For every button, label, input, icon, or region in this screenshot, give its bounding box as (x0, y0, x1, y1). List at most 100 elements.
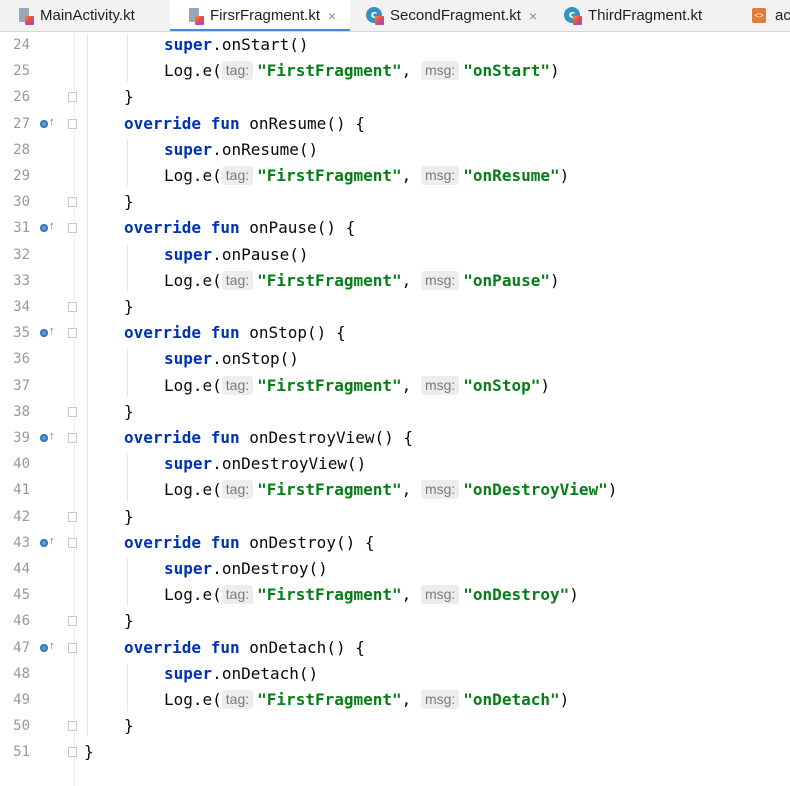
line-number: 29 (13, 168, 30, 184)
method-name: onDestroyView (249, 428, 375, 447)
kotlin-file-icon (186, 7, 204, 25)
line-number: 49 (13, 692, 30, 708)
tab-acti[interactable]: <> acti (735, 0, 790, 31)
code-text: Log.e(tag: "FirstFragment", msg: "onDestro… (164, 582, 579, 608)
override-dot (40, 643, 48, 652)
kotlin-class-icon: c (366, 6, 384, 25)
fold-marker-icon[interactable] (68, 197, 77, 208)
keyword-super: super (164, 454, 213, 474)
code-text: super.onResume() (164, 137, 318, 163)
code-line: 27 ↑ override fun onResume() { (0, 111, 790, 137)
fold-marker-icon[interactable] (68, 537, 77, 548)
override-marker-icon[interactable]: ↑ (40, 220, 55, 234)
line-number: 46 (13, 613, 30, 630)
keyword-fun: fun (210, 323, 240, 343)
keyword-super: super (164, 244, 213, 264)
code-line: 36 super.onStop() (0, 346, 790, 372)
fold-marker-icon[interactable] (68, 328, 77, 339)
method-call: onStart (221, 35, 290, 54)
tab-firsrfragment-kt[interactable]: FirsrFragment.kt × (170, 0, 350, 31)
tab-thirdfragment-kt[interactable]: c ThirdFragment.kt (548, 0, 735, 31)
kotlin-file-icon (16, 7, 34, 25)
comma: , (401, 690, 412, 709)
tab-secondfragment-kt[interactable]: c SecondFragment.kt × (350, 0, 548, 31)
override-marker-icon[interactable]: ↑ (40, 535, 55, 549)
param-hint-tag: tag: (221, 166, 254, 185)
parens: () (289, 35, 309, 54)
code-text: Log.e(tag: "FirstFragment", msg: "onStop") (164, 373, 550, 399)
code-text: } (124, 294, 134, 320)
code-text: } (124, 713, 134, 739)
code-line: 35 ↑ override fun onStop() { (0, 320, 790, 346)
tag-string: "FirstFragment" (257, 375, 402, 395)
override-dot (40, 434, 48, 442)
code-text: override fun onPause() { (124, 215, 355, 241)
param-hint-tag: tag: (221, 585, 254, 605)
tag-string: "FirstFragment" (257, 166, 402, 185)
fold-marker-icon[interactable] (68, 721, 77, 732)
code-text: override fun onDestroy() { (124, 530, 374, 556)
override-marker-icon[interactable]: ↑ (40, 430, 55, 444)
line-number: 45 (13, 587, 30, 604)
method-call: onDestroyView (221, 454, 348, 474)
close-icon[interactable]: × (529, 8, 537, 24)
fold-marker-icon[interactable] (68, 642, 77, 653)
fold-marker-icon[interactable] (68, 511, 77, 522)
up-arrow-icon: ↑ (49, 220, 55, 233)
close-brace: } (124, 297, 134, 316)
fold-marker-icon[interactable] (68, 302, 77, 312)
code-text: Log.e(tag: "FirstFragment", msg: "onResume… (164, 163, 569, 189)
fold-marker-icon[interactable] (68, 223, 77, 234)
override-dot (40, 224, 48, 233)
fold-marker-icon[interactable] (68, 747, 77, 758)
keyword-override: override (124, 637, 202, 657)
code-editor[interactable]: 24 super.onStart() 25 Log.e(tag: "FirstFragm… (0, 32, 790, 786)
code-line: 30} (0, 189, 790, 215)
tab-mainactivity-kt[interactable]: MainActivity.kt (0, 0, 170, 31)
keyword-fun: fun (210, 113, 240, 133)
code-text: super.onDestroyView() (164, 451, 366, 477)
tag-string: "FirstFragment" (257, 585, 402, 605)
line-number: 25 (13, 63, 30, 80)
override-marker-icon[interactable]: ↑ (40, 640, 55, 654)
dot: . (212, 559, 222, 578)
tab-label: FirsrFragment.kt (210, 7, 321, 24)
code-line: 39 ↑ override fun onDestroyView() { (0, 425, 790, 451)
fold-marker-icon[interactable] (68, 616, 77, 627)
method-call: onPause (221, 244, 290, 264)
fold-marker-icon[interactable] (68, 406, 77, 417)
override-marker-icon[interactable]: ↑ (40, 116, 55, 130)
msg-string: "onPause" (463, 270, 550, 290)
decl-tail: () { (316, 218, 356, 238)
log-call: Log.e( (164, 166, 222, 185)
fold-marker-icon[interactable] (68, 92, 77, 103)
param-hint-msg: msg: (420, 61, 460, 81)
indent-guide (127, 453, 128, 502)
method-name: onDestroy (249, 532, 336, 552)
fold-marker-icon[interactable] (68, 433, 77, 443)
tag-string: "FirstFragment" (257, 61, 402, 81)
indent-guide (127, 138, 128, 188)
msg-string: "onDestroyView" (463, 480, 608, 500)
log-call: Log.e( (164, 270, 222, 290)
code-line: 25 Log.e(tag: "FirstFragment", msg: "onStar… (0, 58, 790, 84)
close-brace: } (124, 506, 134, 526)
method-call: onDetach (221, 663, 299, 683)
code-line: 45 Log.e(tag: "FirstFragment", msg: "onDest… (0, 582, 790, 608)
override-marker-icon[interactable]: ↑ (40, 325, 55, 339)
method-name: onPause (249, 218, 317, 238)
line-number: 41 (13, 482, 30, 499)
code-line: 44 super.onDestroy() (0, 556, 790, 582)
fold-marker-icon[interactable] (68, 118, 77, 129)
param-hint-tag: tag: (221, 480, 254, 500)
indent-guide (127, 662, 128, 712)
close-icon[interactable]: × (328, 8, 336, 24)
line-number: 40 (13, 456, 30, 473)
method-call: onStop (221, 349, 280, 369)
keyword-super: super (164, 349, 213, 369)
